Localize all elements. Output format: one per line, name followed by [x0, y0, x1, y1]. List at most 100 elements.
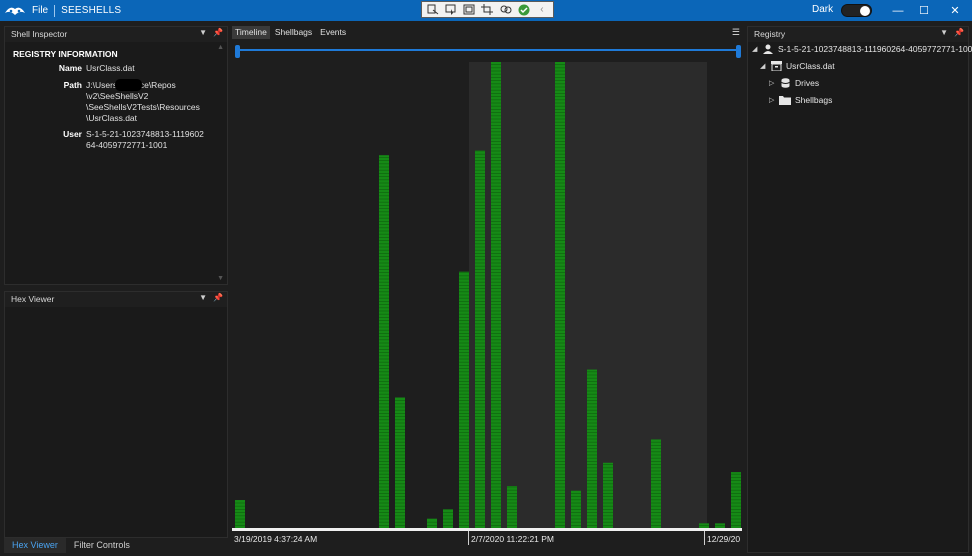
histogram-bar[interactable] [603, 462, 613, 528]
dropdown-icon[interactable]: ▼ [199, 28, 207, 37]
name-row: Name UsrClass.dat [5, 63, 227, 74]
histogram-bar[interactable] [571, 490, 581, 528]
menu-icon[interactable]: ☰ [732, 27, 740, 38]
histogram-bar[interactable] [507, 486, 517, 528]
redaction-mark [115, 79, 142, 91]
shell-inspector-header: Shell Inspector ▼ 📌 [5, 27, 227, 41]
path-value: J:\Users\ Source\Repos \v2\SeeShellsV2 \… [86, 79, 206, 124]
user-line: S-1-5-21-1023748813-1119602 [86, 129, 204, 139]
tab-shellbags[interactable]: Shellbags [272, 26, 315, 39]
scroll-down-icon[interactable]: ▼ [217, 275, 224, 282]
title-bar: File SEESHELLS ‹ Dark — ☐ ✕ [0, 0, 972, 21]
tree-label: Drives [795, 78, 820, 88]
seeshells-logo-icon [2, 2, 28, 19]
center-tabs: Timeline Shellbags Events [232, 26, 351, 39]
histogram-bar[interactable] [491, 62, 501, 528]
tree-node-user[interactable]: ◢ S-1-5-21-1023748813-111960264-40597727… [752, 44, 972, 54]
histogram-bar[interactable] [235, 500, 245, 528]
timeline-axis [232, 528, 742, 531]
registry-panel: Registry ▼ 📌 ◢ S-1-5-21-1023748813-111960… [747, 26, 972, 553]
hex-viewer-body[interactable] [5, 307, 227, 537]
histogram-bar[interactable] [427, 518, 437, 528]
user-row: User S-1-5-21-1023748813-1119602 64-4059… [5, 129, 227, 151]
tree-node-usrclass[interactable]: ◢ UsrClass.dat [760, 61, 835, 71]
histogram-bar[interactable] [395, 397, 405, 528]
theme-label: Dark [812, 4, 834, 15]
tab-timeline[interactable]: Timeline [232, 26, 270, 39]
dropdown-icon[interactable]: ▼ [199, 293, 207, 302]
maximize-button[interactable]: ☐ [909, 0, 939, 21]
shell-inspector-panel: Shell Inspector ▼ 📌 REGISTRY INFORMATION … [4, 26, 228, 285]
path-line: \UsrClass.dat [86, 113, 138, 123]
tab-hex-viewer[interactable]: Hex Viewer [4, 538, 66, 553]
user-value: S-1-5-21-1023748813-1119602 64-405977277… [86, 129, 206, 151]
registry-header: Registry ▼ 📌 [748, 27, 968, 41]
crop-icon[interactable] [480, 3, 494, 16]
user-icon [762, 44, 774, 54]
timeline-histogram[interactable] [232, 40, 742, 530]
user-line: 64-4059772771-1001 [86, 140, 168, 150]
collapse-icon[interactable]: ‹ [535, 3, 549, 16]
path-row: Path J:\Users\ Source\Repos \v2\SeeShell… [5, 79, 227, 124]
tree-label: UsrClass.dat [786, 61, 835, 71]
histogram-bar[interactable] [379, 155, 389, 528]
capture-toolbar: ‹ [421, 1, 554, 18]
shell-inspector-body: REGISTRY INFORMATION Name UsrClass.dat P… [5, 42, 227, 284]
tree-label: S-1-5-21-1023748813-111960264-4059772771… [778, 44, 972, 54]
histogram-bar[interactable] [651, 439, 661, 528]
database-icon [779, 78, 791, 88]
scroll-up-icon[interactable]: ▲ [217, 44, 224, 51]
folder-icon [779, 95, 791, 105]
histogram-bar[interactable] [587, 369, 597, 528]
pin-icon[interactable]: 📌 [213, 293, 223, 302]
check-icon[interactable] [517, 3, 531, 16]
expanded-arrow-icon[interactable]: ◢ [752, 45, 762, 53]
pin-icon[interactable]: 📌 [954, 28, 964, 37]
panel-title: Shell Inspector [11, 29, 68, 39]
name-key: Name [58, 63, 82, 73]
histogram-bar[interactable] [555, 62, 565, 528]
tree-node-shellbags[interactable]: ▷ Shellbags [769, 95, 832, 105]
registry-tree: ◢ S-1-5-21-1023748813-111960264-40597727… [748, 42, 972, 552]
pin-icon[interactable]: 📌 [213, 28, 223, 37]
tab-events[interactable]: Events [317, 26, 349, 39]
toggle-knob [860, 6, 870, 16]
tick-mark [468, 531, 469, 545]
name-value: UsrClass.dat [86, 63, 135, 73]
dropdown-icon[interactable]: ▼ [940, 28, 948, 37]
histogram-svg [235, 62, 741, 528]
app-title: SEESHELLS [61, 5, 122, 16]
left-bottom-tabs: Hex Viewer Filter Controls [4, 538, 138, 553]
link-icon[interactable] [499, 3, 513, 16]
title-divider [54, 4, 56, 17]
select-export-icon[interactable] [426, 3, 440, 16]
tab-filter-controls[interactable]: Filter Controls [66, 538, 138, 553]
hex-viewer-panel: Hex Viewer ▼ 📌 [4, 291, 228, 538]
path-line: J:\Users\ Source\Repos [86, 79, 176, 91]
path-line: \v2\SeeShellsV2 [86, 91, 149, 101]
panel-title: Registry [754, 29, 786, 39]
user-key: User [63, 129, 82, 139]
tick-label-mid: 2/7/2020 11:22:21 PM [471, 534, 555, 544]
section-title: REGISTRY INFORMATION [13, 49, 118, 59]
tick-mark [704, 531, 705, 545]
path-line: \SeeShellsV2Tests\Resources [86, 102, 200, 112]
histogram-bar[interactable] [731, 472, 741, 528]
histogram-bar[interactable] [443, 509, 453, 528]
frame-icon[interactable] [462, 3, 476, 16]
archive-icon [770, 61, 782, 71]
panel-title: Hex Viewer [11, 294, 55, 304]
close-button[interactable]: ✕ [940, 0, 970, 21]
collapsed-arrow-icon[interactable]: ▷ [769, 79, 779, 87]
tree-label: Shellbags [795, 95, 833, 105]
histogram-bar[interactable] [475, 150, 485, 528]
hex-viewer-header: Hex Viewer ▼ 📌 [5, 292, 227, 306]
histogram-bar[interactable] [459, 271, 469, 528]
path-key: Path [63, 80, 82, 90]
cursor-select-icon[interactable] [444, 3, 458, 16]
file-menu[interactable]: File [32, 5, 48, 16]
collapsed-arrow-icon[interactable]: ▷ [769, 96, 779, 104]
expanded-arrow-icon[interactable]: ◢ [760, 62, 770, 70]
theme-toggle[interactable] [841, 4, 872, 17]
tree-node-drives[interactable]: ▷ Drives [769, 78, 819, 88]
